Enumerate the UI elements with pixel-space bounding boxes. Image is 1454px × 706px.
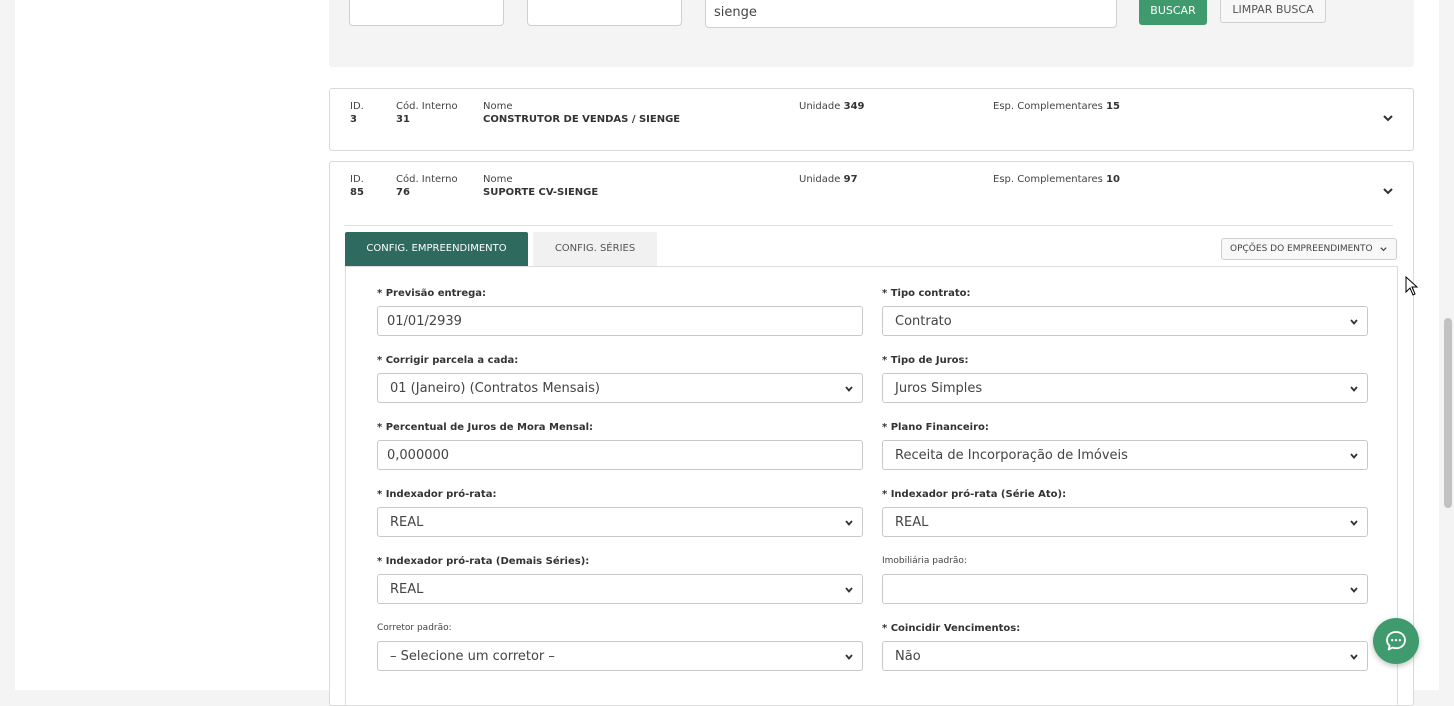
- tipo-juros-select[interactable]: Juros Simples: [882, 373, 1368, 403]
- label-tipo-juros: * Tipo de Juros:: [882, 355, 969, 366]
- imobiliaria-select[interactable]: [882, 574, 1368, 604]
- config-form: * Previsão entrega: 01/01/2939 * Tipo co…: [345, 266, 1398, 706]
- clear-search-button[interactable]: LIMPAR BUSCA: [1220, 0, 1326, 23]
- field-imobiliaria: Imobiliária padrão:: [882, 556, 1368, 604]
- chevron-down-icon: [1350, 319, 1358, 325]
- label-indexador-demais: * Indexador pró-rata (Demais Séries):: [377, 556, 590, 567]
- options-dropdown-button[interactable]: OPÇÕES DO EMPREENDIMENTO: [1221, 238, 1397, 260]
- options-label: OPÇÕES DO EMPREENDIMENTO: [1230, 244, 1373, 254]
- indexador-demais-select[interactable]: REAL: [377, 574, 863, 604]
- filter-input-1[interactable]: [349, 0, 504, 26]
- chevron-down-icon: [1350, 520, 1358, 526]
- empreendimento-card[interactable]: ID. 3 Cód. Interno 31 Nome CONSTRUTOR DE…: [329, 88, 1414, 151]
- label-percentual-juros: * Percentual de Juros de Mora Mensal:: [377, 422, 594, 433]
- chat-button[interactable]: [1373, 618, 1419, 664]
- chevron-down-icon: [845, 587, 853, 593]
- label-previsao-entrega: * Previsão entrega:: [377, 288, 487, 299]
- previsao-entrega-input[interactable]: 01/01/2939: [377, 306, 863, 336]
- corretor-select[interactable]: – Selecione um corretor –: [377, 641, 863, 671]
- plano-financeiro-select[interactable]: Receita de Incorporação de Imóveis: [882, 440, 1368, 470]
- field-coincidir-vencimentos: * Coincidir Vencimentos: Não: [882, 623, 1368, 671]
- plano-financeiro-value: Receita de Incorporação de Imóveis: [895, 448, 1128, 463]
- field-tipo-contrato: * Tipo contrato: Contrato: [882, 288, 1368, 336]
- card-header[interactable]: ID. 3 Cód. Interno 31 Nome CONSTRUTOR DE…: [330, 89, 1413, 149]
- card-unidade: Unidade 349: [799, 101, 865, 112]
- chevron-down-icon: [1380, 247, 1387, 252]
- field-tipo-juros: * Tipo de Juros: Juros Simples: [882, 355, 1368, 403]
- label-corretor: Corretor padrão:: [377, 623, 452, 633]
- chevron-down-icon: [845, 520, 853, 526]
- indexador-ato-value: REAL: [895, 515, 929, 530]
- card-esp-complementares: Esp. Complementares 15: [993, 101, 1120, 112]
- corrigir-parcela-value: 01 (Janeiro) (Contratos Mensais): [390, 381, 600, 396]
- scrollbar-thumb[interactable]: [1444, 318, 1452, 508]
- coincidir-vencimentos-select[interactable]: Não: [882, 641, 1368, 671]
- chevron-down-icon: [1350, 587, 1358, 593]
- search-panel: sienge BUSCAR LIMPAR BUSCA: [329, 0, 1414, 67]
- field-previsao-entrega: * Previsão entrega: 01/01/2939: [377, 288, 863, 336]
- card-header[interactable]: ID. 85 Cód. Interno 76 Nome SUPORTE CV-S…: [330, 162, 1413, 222]
- chevron-down-icon: [845, 654, 853, 660]
- chat-bubble-icon: [1386, 631, 1406, 651]
- chevron-down-icon[interactable]: [1381, 111, 1395, 125]
- field-percentual-juros: * Percentual de Juros de Mora Mensal: 0,…: [377, 422, 863, 470]
- tipo-contrato-value: Contrato: [895, 314, 952, 329]
- search-input[interactable]: sienge: [705, 0, 1117, 28]
- chevron-down-icon: [845, 386, 853, 392]
- indexador-select[interactable]: REAL: [377, 507, 863, 537]
- coincidir-vencimentos-value: Não: [895, 649, 921, 664]
- field-plano-financeiro: * Plano Financeiro: Receita de Incorpora…: [882, 422, 1368, 470]
- chevron-down-icon: [1350, 386, 1358, 392]
- tipo-juros-value: Juros Simples: [895, 381, 983, 396]
- percentual-juros-input[interactable]: 0,000000: [377, 440, 863, 470]
- page: sienge BUSCAR LIMPAR BUSCA ID. 3 Cód. In…: [15, 0, 1439, 706]
- field-indexador: * Indexador pró-rata: REAL: [377, 489, 863, 537]
- label-imobiliaria: Imobiliária padrão:: [882, 556, 967, 566]
- card-id: ID. 85: [350, 174, 364, 198]
- label-tipo-contrato: * Tipo contrato:: [882, 288, 971, 299]
- field-corrigir-parcela: * Corrigir parcela a cada: 01 (Janeiro) …: [377, 355, 863, 403]
- search-button[interactable]: BUSCAR: [1139, 0, 1207, 25]
- card-nome: Nome CONSTRUTOR DE VENDAS / SIENGE: [483, 101, 681, 125]
- indexador-ato-select[interactable]: REAL: [882, 507, 1368, 537]
- indexador-demais-value: REAL: [390, 582, 424, 597]
- divider: [344, 225, 1393, 226]
- chevron-down-icon: [1350, 453, 1358, 459]
- card-cod-interno: Cód. Interno 31: [396, 101, 458, 125]
- tab-config-series[interactable]: CONFIG. SÉRIES: [533, 232, 657, 266]
- indexador-value: REAL: [390, 515, 424, 530]
- filter-input-2[interactable]: [527, 0, 682, 26]
- card-unidade: Unidade 97: [799, 174, 858, 185]
- chevron-down-icon: [1350, 654, 1358, 660]
- corretor-value: – Selecione um corretor –: [390, 649, 555, 664]
- card-nome: Nome SUPORTE CV-SIENGE: [483, 174, 599, 198]
- label-coincidir-vencimentos: * Coincidir Vencimentos:: [882, 623, 1021, 634]
- field-indexador-ato: * Indexador pró-rata (Série Ato): REAL: [882, 489, 1368, 537]
- card-cod-interno: Cód. Interno 76: [396, 174, 458, 198]
- empreendimento-card-expanded: ID. 85 Cód. Interno 76 Nome SUPORTE CV-S…: [329, 161, 1414, 706]
- label-indexador: * Indexador pró-rata:: [377, 489, 497, 500]
- mouse-cursor-icon: [1405, 276, 1419, 296]
- card-id: ID. 3: [350, 101, 364, 125]
- card-esp-complementares: Esp. Complementares 10: [993, 174, 1120, 185]
- chevron-down-icon[interactable]: [1381, 184, 1395, 198]
- tipo-contrato-select[interactable]: Contrato: [882, 306, 1368, 336]
- label-plano-financeiro: * Plano Financeiro:: [882, 422, 989, 433]
- tab-config-empreendimento[interactable]: CONFIG. EMPREENDIMENTO: [345, 232, 528, 266]
- label-indexador-ato: * Indexador pró-rata (Série Ato):: [882, 489, 1067, 500]
- field-corretor: Corretor padrão: – Selecione um corretor…: [377, 623, 863, 671]
- label-corrigir-parcela: * Corrigir parcela a cada:: [377, 355, 519, 366]
- field-indexador-demais: * Indexador pró-rata (Demais Séries): RE…: [377, 556, 863, 604]
- corrigir-parcela-select[interactable]: 01 (Janeiro) (Contratos Mensais): [377, 373, 863, 403]
